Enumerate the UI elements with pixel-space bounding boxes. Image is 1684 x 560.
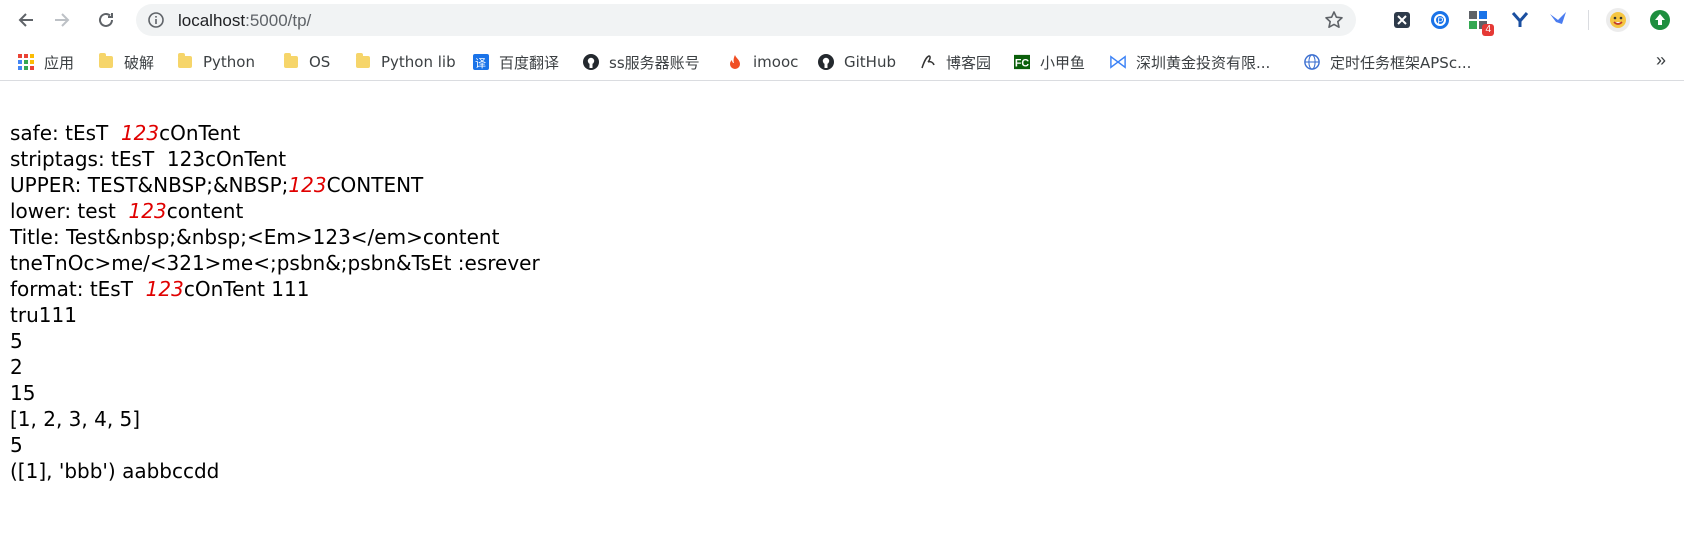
bookmark-label: GitHub — [844, 53, 896, 71]
translate-icon: 译 — [473, 54, 489, 70]
address-bar[interactable]: localhost:5000/tp/ — [136, 4, 1356, 36]
site-info-icon[interactable] — [148, 12, 164, 33]
bookmark-label: Python lib — [381, 53, 456, 71]
page-output: safe: tEsT 123cOnTent striptags: tEsT 12… — [10, 120, 540, 484]
back-button[interactable] — [12, 6, 40, 34]
forward-button[interactable] — [48, 6, 76, 34]
bookmarks-overflow-button[interactable]: » — [1656, 50, 1666, 71]
safe-suffix: cOnTent — [159, 121, 241, 145]
folder-icon — [283, 53, 299, 70]
bird-extension-icon[interactable] — [1546, 8, 1570, 32]
reverse-line: tneTnOc>me/<321>me<;psbn&;psbn&TsEt :esr… — [10, 251, 540, 275]
bookmark-baidu-translate[interactable]: 译 百度翻译 — [473, 51, 559, 73]
toolbar-separator — [1588, 10, 1589, 30]
bookmark-fishc[interactable]: FC 小甲鱼 — [1014, 51, 1085, 73]
svg-text:FC: FC — [1015, 57, 1030, 69]
bookmark-apscheduler[interactable]: 定时任务框架APSc... — [1304, 51, 1471, 73]
upper-suffix: CONTENT — [326, 173, 424, 197]
bookmark-ss-server[interactable]: ss服务器账号 — [583, 51, 700, 73]
github-icon — [583, 54, 599, 70]
format-suffix: cOnTent 111 — [183, 277, 310, 301]
cnblogs-icon — [920, 54, 936, 70]
bookmark-label: 深圳黄金投资有限... — [1136, 53, 1271, 72]
tru-line: tru111 — [10, 303, 77, 327]
globe-icon — [1304, 54, 1320, 70]
bookmark-label: 百度翻译 — [499, 53, 560, 72]
extension-badge: 4 — [1482, 24, 1494, 36]
folder-icon — [177, 53, 193, 70]
upper-emphasis: 123 — [288, 173, 327, 197]
tuple-line: ([1], 'bbb') aabbccdd — [10, 459, 220, 483]
bookmark-apps[interactable]: 应用 — [18, 51, 74, 73]
folder-icon — [355, 53, 371, 70]
lower-prefix: lower: test — [10, 199, 129, 223]
striptags-line: striptags: tEsT 123cOnTent — [10, 147, 287, 171]
lower-emphasis: 123 — [128, 199, 167, 223]
bookmark-label: ss服务器账号 — [609, 53, 700, 72]
folder-icon — [98, 53, 114, 70]
y-extension-icon[interactable] — [1508, 8, 1532, 32]
emoji-profile-icon[interactable] — [1604, 6, 1632, 34]
bookmark-label: 定时任务框架APSc... — [1330, 53, 1472, 72]
bookmark-folder-python[interactable]: Python — [177, 51, 255, 73]
bookmark-shenzhen-gold[interactable]: 深圳黄金投资有限... — [1110, 51, 1270, 73]
fc-icon: FC — [1014, 54, 1030, 70]
lower-line: lower: test 123content — [10, 198, 540, 224]
format-emphasis: 123 — [145, 277, 184, 301]
bookmark-cnblogs[interactable]: 博客园 — [920, 51, 991, 73]
value-line: 5 — [10, 329, 23, 353]
back-arrow-icon — [18, 13, 33, 27]
title-line: Title: Test&nbsp;&nbsp;<Em>123</em>conte… — [10, 225, 500, 249]
svg-text:译: 译 — [475, 57, 486, 70]
bookmark-label: 破解 — [124, 53, 155, 72]
p-extension-icon[interactable]: P — [1428, 8, 1452, 32]
bookmarks-bar: 应用 破解 Python OS Python lib 译 百度翻译 ss服务器账… — [0, 44, 1684, 81]
green-update-icon[interactable] — [1648, 8, 1672, 32]
github-icon — [818, 54, 834, 70]
safe-prefix: safe: tEsT — [10, 121, 121, 145]
forward-arrow-icon — [55, 13, 70, 27]
bookmark-label: imooc — [753, 53, 799, 71]
bookmark-label: 应用 — [44, 53, 75, 72]
svg-text:P: P — [1438, 16, 1444, 26]
reload-button[interactable] — [92, 6, 120, 34]
bookmark-github[interactable]: GitHub — [818, 51, 896, 73]
lower-suffix: content — [166, 199, 244, 223]
bookmark-label: Python — [203, 53, 255, 71]
browser-toolbar: localhost:5000/tp/ P 4 — [0, 0, 1684, 40]
url-path: :5000/tp/ — [245, 11, 312, 30]
bookmark-folder-os[interactable]: OS — [283, 51, 330, 73]
value-line: 2 — [10, 355, 23, 379]
format-line: format: tEsT 123cOnTent 111 — [10, 276, 540, 302]
url-host: localhost — [178, 11, 246, 30]
bookmark-label: 小甲鱼 — [1040, 53, 1086, 72]
format-prefix: format: tEsT — [10, 277, 146, 301]
bookmark-folder-crack[interactable]: 破解 — [98, 51, 154, 73]
list-line: [1, 2, 3, 4, 5] — [10, 407, 141, 431]
bookmark-star-icon[interactable] — [1324, 10, 1344, 35]
x-extension-icon[interactable] — [1390, 8, 1414, 32]
safe-emphasis: 123 — [120, 121, 160, 145]
grid-extension-icon[interactable]: 4 — [1466, 8, 1494, 36]
reload-icon — [99, 12, 113, 27]
value-line: 5 — [10, 433, 23, 457]
bookmark-folder-python-lib[interactable]: Python lib — [355, 51, 456, 73]
upper-line: UPPER: TEST&NBSP;&NBSP;123CONTENT — [10, 172, 540, 198]
bookmark-imooc[interactable]: imooc — [727, 51, 798, 73]
bookmark-label: 博客园 — [946, 53, 992, 72]
flame-icon — [727, 54, 743, 70]
url-text[interactable]: localhost:5000/tp/ — [178, 11, 311, 31]
safe-line: safe: tEsT 123cOnTent — [10, 120, 540, 146]
apps-grid-icon — [18, 54, 34, 70]
value-line: 15 — [10, 381, 36, 405]
upper-prefix: UPPER: TEST&NBSP;&NBSP; — [10, 173, 289, 197]
bookmark-label: OS — [309, 53, 331, 71]
bowtie-icon — [1110, 54, 1126, 70]
